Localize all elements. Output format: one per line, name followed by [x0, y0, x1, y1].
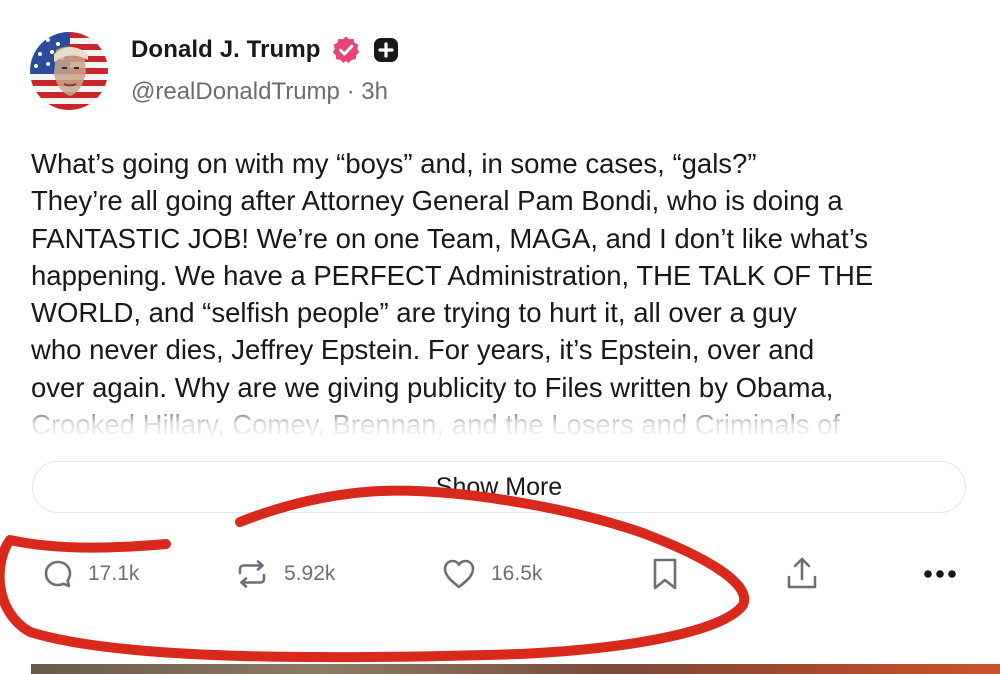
- repost-count: 5.92k: [284, 562, 336, 585]
- share-icon: [784, 555, 820, 593]
- author-display-name[interactable]: Donald J. Trump: [131, 36, 321, 64]
- flag-portrait-avatar-icon: [30, 32, 108, 110]
- bookmark-button[interactable]: [650, 553, 680, 595]
- like-icon: [441, 557, 477, 591]
- author-handle[interactable]: @realDonaldTrump: [131, 78, 340, 105]
- plus-badge-icon: [371, 35, 401, 65]
- author-name-row: Donald J. Trump: [131, 30, 401, 70]
- like-count: 16.5k: [491, 562, 543, 585]
- reply-button[interactable]: 17.1k: [42, 553, 139, 595]
- like-button[interactable]: 16.5k: [441, 553, 542, 595]
- bookmark-icon: [650, 556, 680, 592]
- author-avatar[interactable]: [30, 32, 108, 110]
- post-view: Donald J. Trump @realDonaldTrump · 3h Wh…: [0, 0, 1000, 674]
- show-more-button[interactable]: Show More: [32, 461, 966, 513]
- more-icon: [920, 568, 960, 580]
- author-handle-row: @realDonaldTrump · 3h: [131, 78, 388, 106]
- repost-icon: [234, 556, 270, 592]
- post-text: What’s going on with my “boys” and, in s…: [31, 148, 874, 437]
- verified-badge-icon: [331, 35, 361, 65]
- handle-separator: ·: [346, 78, 355, 105]
- more-options-button[interactable]: [920, 553, 960, 595]
- repost-button[interactable]: 5.92k: [234, 553, 335, 595]
- media-preview[interactable]: [31, 664, 1000, 674]
- reply-count: 17.1k: [88, 562, 140, 585]
- post-timestamp[interactable]: 3h: [361, 78, 388, 105]
- reply-icon: [42, 558, 74, 590]
- share-button[interactable]: [784, 553, 820, 595]
